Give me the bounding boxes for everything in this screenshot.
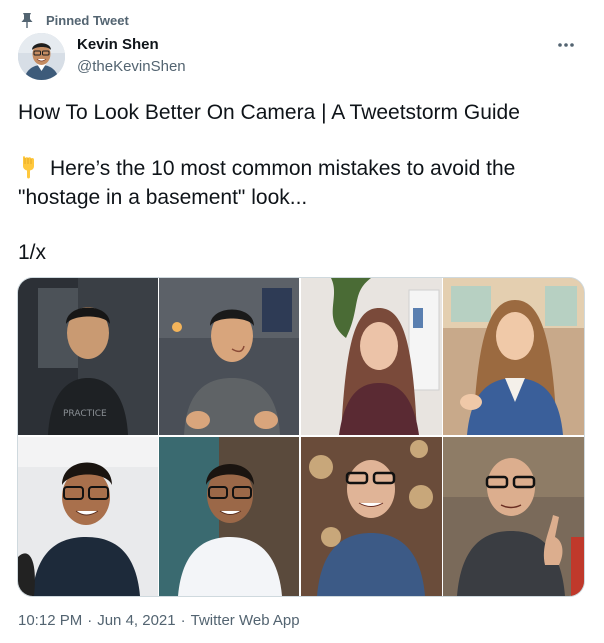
- author-name[interactable]: Kevin Shen: [77, 36, 186, 54]
- media-photo-1[interactable]: PRACTICE: [18, 278, 299, 435]
- tweet-time: 10:12 PM: [18, 612, 83, 629]
- pinned-label: Pinned Tweet: [46, 12, 129, 28]
- svg-text:PRACTICE: PRACTICE: [63, 409, 107, 419]
- pointing-down-emoji-icon: [23, 156, 34, 179]
- tweet-timestamp-link[interactable]: 10:12 PM · Jun 4, 2021: [18, 612, 176, 629]
- avatar[interactable]: [18, 33, 65, 80]
- tweet-date: Jun 4, 2021: [97, 612, 176, 629]
- media-grid: PRACTICE: [17, 277, 585, 597]
- tweet-line-title: How To Look Better On Camera | A Tweetst…: [18, 101, 520, 124]
- media-photo-2[interactable]: [301, 278, 584, 435]
- author-info: Kevin Shen @theKevinShen: [77, 36, 186, 76]
- media-photo-4[interactable]: [301, 437, 584, 596]
- more-options-button[interactable]: [554, 36, 578, 54]
- tweet-line-body: Here’s the 10 most common mistakes to av…: [18, 154, 588, 212]
- tweet-meta: 10:12 PM · Jun 4, 2021 · Twitter Web App: [18, 612, 300, 629]
- media-photo-3[interactable]: [18, 437, 299, 596]
- pinned-indicator: Pinned Tweet: [20, 11, 129, 29]
- author-handle[interactable]: @theKevinShen: [77, 58, 186, 76]
- meta-separator: ·: [180, 612, 186, 629]
- meta-separator: ·: [87, 612, 93, 629]
- pin-icon: [21, 13, 33, 28]
- more-icon: [558, 43, 574, 47]
- tweet-body-text: Here’s the 10 most common mistakes to av…: [18, 157, 516, 209]
- tweet-card: Pinned Tweet Kevin Shen @theKevinShen Ho…: [0, 0, 604, 643]
- tweet-line-counter: 1/x: [18, 241, 47, 264]
- tweet-source-link[interactable]: Twitter Web App: [191, 612, 300, 629]
